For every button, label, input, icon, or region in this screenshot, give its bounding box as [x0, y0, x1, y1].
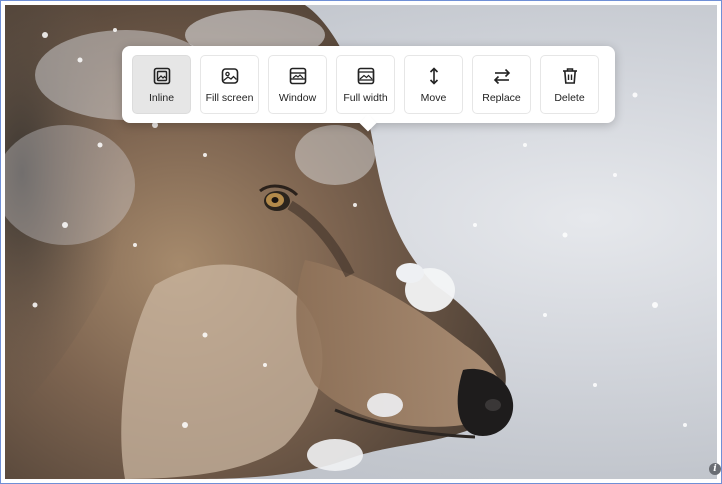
image-inline-icon	[153, 67, 170, 84]
replace-button[interactable]: Replace	[472, 55, 531, 114]
full-width-button[interactable]: Full width	[336, 55, 395, 114]
fill-screen-label: Fill screen	[205, 91, 254, 104]
image-window-icon	[289, 67, 306, 84]
window-button[interactable]: Window	[268, 55, 327, 114]
replace-label: Replace	[482, 91, 521, 104]
inline-button[interactable]: Inline	[132, 55, 191, 114]
swap-arrows-icon	[493, 68, 510, 84]
window-label: Window	[278, 91, 317, 104]
image-fill-icon	[221, 67, 238, 84]
full-width-label: Full width	[343, 91, 388, 104]
image-full-width-icon	[357, 67, 374, 84]
trash-icon	[562, 67, 577, 84]
move-label: Move	[420, 91, 447, 104]
editor-canvas: Inline Fill screen Window Full width Mov…	[0, 0, 722, 484]
delete-label: Delete	[554, 91, 585, 104]
move-button[interactable]: Move	[404, 55, 463, 114]
image-layout-toolbar: Inline Fill screen Window Full width Mov…	[122, 46, 615, 123]
move-vertical-icon	[429, 66, 438, 85]
fill-screen-button[interactable]: Fill screen	[200, 55, 259, 114]
info-icon[interactable]: i	[709, 463, 721, 475]
delete-button[interactable]: Delete	[540, 55, 599, 114]
inline-label: Inline	[148, 91, 175, 104]
